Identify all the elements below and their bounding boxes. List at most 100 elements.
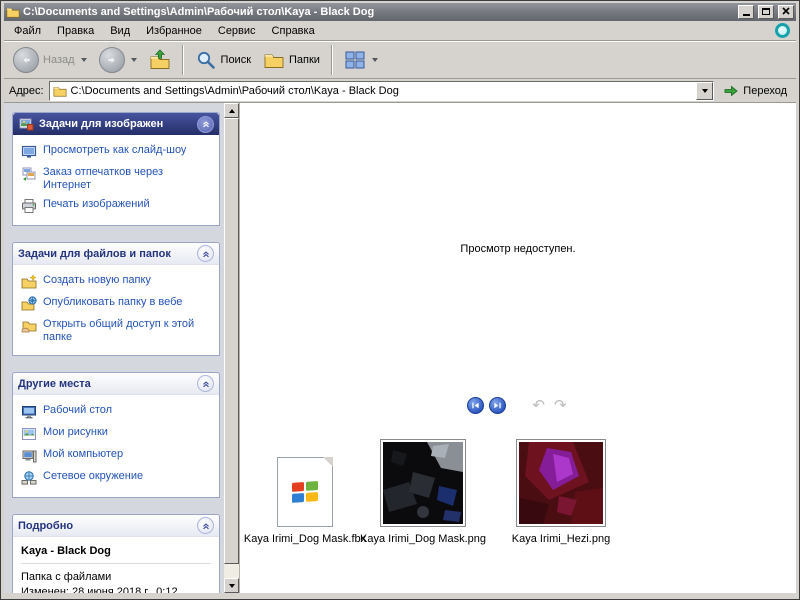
place-my-computer[interactable]: Мой компьютер [19,445,215,467]
menu-help[interactable]: Справка [264,22,323,40]
next-image-icon [494,402,502,409]
thumb-icon-area [380,437,466,527]
content-area: Задачи для изображен Просмотреть как сла… [4,103,796,593]
scroll-down-button[interactable] [224,578,239,593]
toolbar: Назад Поиск Папки [4,41,796,79]
address-dropdown-button[interactable] [696,81,714,100]
task-label: Сетевое окружение [43,470,144,482]
task-print-pictures[interactable]: Печать изображений [19,195,215,217]
file-item-fbx[interactable]: Kaya Irimi_Dog Mask.fbx [244,437,366,546]
sidebar-scrollbar[interactable] [224,103,239,593]
title-bar[interactable]: C:\Documents and Settings\Admin\Рабочий … [4,3,796,21]
file-list-filmstrip[interactable]: Просмотр недоступен. ↶ ↷ Kaya Irimi_Dog … [239,103,796,593]
back-label: Назад [43,54,75,66]
network-icon [21,471,37,485]
scrollbar-thumb[interactable] [224,118,239,564]
close-icon [782,7,790,15]
other-places-panel: Другие места Рабочий стол Мои рисунки Мо… [12,372,220,498]
place-network[interactable]: Сетевое окружение [19,467,215,489]
maximize-button[interactable] [758,5,774,19]
menu-edit[interactable]: Правка [49,22,102,40]
next-image-button[interactable] [489,397,507,414]
views-button[interactable] [339,46,383,74]
filmstrip-controls: ↶ ↷ [240,397,796,414]
arrow-down-icon [228,583,235,588]
file-name-label[interactable]: Kaya Irimi_Hezi.png [510,532,612,546]
task-label: Мой компьютер [43,448,124,460]
file-item-png-dogmask[interactable]: Kaya Irimi_Dog Mask.png [360,437,486,546]
panel-title: Задачи для файлов и папок [18,247,171,260]
picture-tasks-icon [19,118,34,131]
details-body: Kaya - Black Dog Папка с файлами Изменен… [13,537,219,593]
details-folder-name: Kaya - Black Dog [21,545,111,557]
picture-tasks-header[interactable]: Задачи для изображен [13,113,219,135]
task-label: Создать новую папку [43,274,151,286]
close-button[interactable] [778,5,794,19]
search-button[interactable]: Поиск [190,46,256,74]
file-tasks-header[interactable]: Задачи для файлов и папок [13,243,219,265]
image-thumbnail [380,439,466,527]
file-thumbnails-row: Kaya Irimi_Dog Mask.fbx Kaya Irimi_Dog M… [244,437,620,546]
task-label: Просмотреть как слайд-шоу [43,144,187,156]
forward-button[interactable] [94,44,142,76]
desktop-icon [22,406,36,419]
forward-icon [98,47,125,73]
printer-icon [22,199,36,213]
rotate-counterclockwise-button[interactable]: ↶ [530,397,547,414]
details-header[interactable]: Подробно [13,515,219,537]
generic-file-icon [277,457,333,527]
task-label: Открыть общий доступ к этой папке [43,318,195,343]
search-label: Поиск [220,54,252,66]
collapse-chevron-icon[interactable] [197,517,214,534]
file-name-label[interactable]: Kaya Irimi_Dog Mask.fbx [242,532,368,546]
collapse-chevron-icon[interactable] [197,375,214,392]
window-title: C:\Documents and Settings\Admin\Рабочий … [23,6,375,18]
file-tasks-body: Создать новую папку Опубликовать папку в… [13,265,219,355]
folders-icon [264,54,284,68]
task-share-folder[interactable]: Открыть общий доступ к этой папке [19,315,215,347]
up-button[interactable] [144,46,176,74]
task-new-folder[interactable]: Создать новую папку [19,271,215,293]
task-publish-folder[interactable]: Опубликовать папку в вебе [19,293,215,315]
task-pane-sidebar: Задачи для изображен Просмотреть как сла… [4,103,224,593]
rotate-clockwise-button[interactable]: ↷ [552,397,569,414]
previous-image-button[interactable] [467,397,485,414]
menu-view[interactable]: Вид [102,22,138,40]
back-button[interactable]: Назад [8,44,92,76]
share-folder-icon [21,321,37,333]
minimize-icon [742,14,750,16]
preview-unavailable-message: Просмотр недоступен. [460,243,576,255]
task-view-slideshow[interactable]: Просмотреть как слайд-шоу [19,141,215,163]
thumb-icon-area [277,437,333,527]
up-folder-icon [150,49,169,69]
windows-flag-icon [292,481,318,503]
address-input[interactable]: C:\Documents and Settings\Admin\Рабочий … [71,85,693,97]
collapse-chevron-icon[interactable] [197,115,214,133]
my-pictures-icon [22,428,36,440]
views-icon [345,51,365,69]
address-folder-icon [53,86,67,97]
arrow-up-icon [228,108,235,113]
file-item-png-hezi[interactable]: Kaya Irimi_Hezi.png [502,437,620,546]
task-order-prints[interactable]: Заказ отпечатков через Интернет [19,163,215,195]
panel-title: Подробно [18,519,74,532]
windows-logo-icon [775,23,790,38]
minimize-button[interactable] [738,5,754,19]
collapse-chevron-icon[interactable] [197,245,214,262]
menu-favorites[interactable]: Избранное [138,22,210,40]
folders-button[interactable]: Папки [258,46,325,74]
place-desktop[interactable]: Рабочий стол [19,401,215,423]
go-button[interactable]: Переход [719,81,793,101]
file-name-label[interactable]: Kaya Irimi_Dog Mask.png [358,532,488,546]
order-prints-icon [22,167,36,181]
thumb-icon-area [516,437,606,527]
menu-tools[interactable]: Сервис [210,22,264,40]
address-combo[interactable]: C:\Documents and Settings\Admin\Рабочий … [48,80,715,101]
image-thumbnail [516,439,606,527]
address-label: Адрес: [9,84,44,97]
scroll-up-button[interactable] [224,103,239,118]
menu-file[interactable]: Файл [6,22,49,40]
other-places-header[interactable]: Другие места [13,373,219,395]
place-my-pictures[interactable]: Мои рисунки [19,423,215,445]
folders-label: Папки [289,54,320,66]
